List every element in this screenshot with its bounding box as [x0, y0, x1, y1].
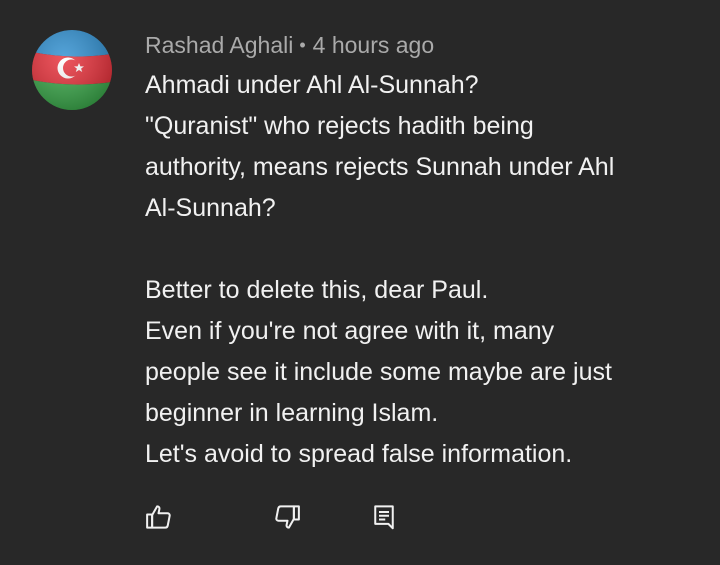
comment-line: beginner in learning Islam. [145, 399, 439, 427]
comment-line: Let's avoid to spread false information. [145, 440, 573, 468]
like-button[interactable] [142, 500, 176, 534]
comment-meta: Rashad Aghali • 4 hours ago [145, 30, 434, 62]
comment-line: Better to delete this, dear Paul. [145, 276, 489, 304]
comment-line: Al-Sunnah? [145, 194, 276, 222]
comment-line: Even if you're not agree with it, many [145, 317, 555, 345]
azerbaijan-flag-image [32, 30, 112, 110]
meta-separator: • [299, 35, 306, 55]
comment-text: Ahmadi under Ahl Al-Sunnah? "Quranist" w… [145, 65, 705, 475]
comment-timestamp[interactable]: 4 hours ago [313, 32, 434, 58]
thumbs-up-icon [146, 505, 171, 529]
reply-comment-icon [374, 505, 394, 530]
comment-line: Ahmadi under Ahl Al-Sunnah? [145, 71, 479, 99]
comment-line: authority, means rejects Sunnah under Ah… [145, 153, 615, 181]
thumbs-down-icon [275, 505, 300, 529]
dislike-button[interactable] [270, 500, 304, 534]
reply-button[interactable] [367, 500, 401, 534]
author-name[interactable]: Rashad Aghali [145, 32, 293, 58]
avatar[interactable] [32, 30, 112, 110]
comment-line: "Quranist" who rejects hadith being [145, 112, 534, 140]
comment-line: people see it include some maybe are jus… [145, 358, 612, 386]
